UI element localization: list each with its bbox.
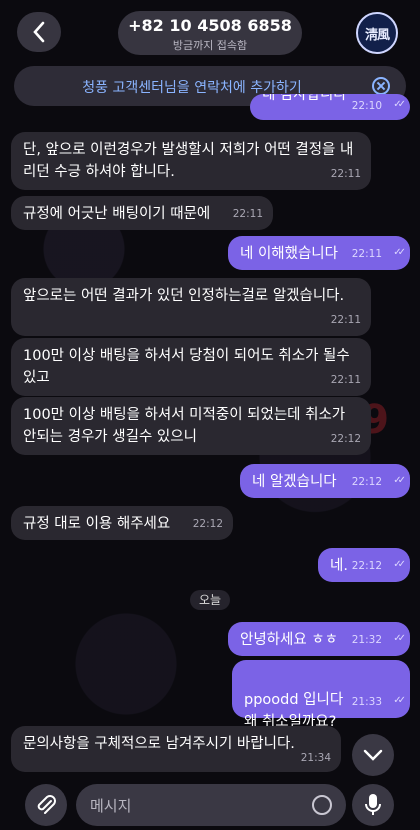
- microphone-icon: [365, 794, 381, 815]
- chat-header: +82 10 4508 6858 방금까지 접속함 淸風: [0, 0, 420, 62]
- double-check-icon: ✓✓: [393, 247, 406, 258]
- contact-phone: +82 10 4508 6858: [128, 16, 292, 35]
- message-input[interactable]: 메시지: [76, 784, 346, 826]
- date-divider: 오늘: [190, 590, 230, 610]
- double-check-icon: ✓✓: [393, 695, 406, 706]
- double-check-icon: ✓✓: [393, 559, 406, 570]
- double-check-icon: ✓✓: [393, 475, 406, 486]
- message-bubble: 앞으로는 어떤 결과가 있던 인정하는걸로 알겠습니다. 22:11: [11, 278, 371, 336]
- message-bubble: 규정 대로 이용 해주세요 22:12: [11, 506, 233, 540]
- last-seen-status: 방금까지 접속함: [172, 39, 248, 52]
- attach-button[interactable]: [25, 784, 67, 826]
- scroll-down-button[interactable]: [352, 734, 394, 776]
- message-bubble: 단, 앞으로 이런경우가 발생할시 저희가 어떤 결정을 내리던 수긍 하셔야 …: [11, 132, 371, 190]
- back-button[interactable]: [17, 12, 61, 52]
- message-bubble: 문의사항을 구체적으로 남겨주시기 바랍니다. 21:34: [11, 726, 341, 772]
- message-bubble-partial: 네 감사합니다 22:10 ✓✓: [250, 94, 410, 120]
- avatar[interactable]: 淸風: [356, 12, 398, 54]
- mic-button[interactable]: [352, 784, 394, 826]
- message-bubble: 네 알겠습니다 22:12 ✓✓: [240, 464, 410, 498]
- message-bubble: 안녕하세요 ㅎㅎ 21:32 ✓✓: [228, 622, 410, 656]
- message-bubble: 네 이해했습니다 22:11 ✓✓: [228, 236, 410, 270]
- message-bubble: 100만 이상 배팅을 하셔서 미적중이 되었는데 취소가 안되는 경우가 생길…: [11, 397, 371, 455]
- double-check-icon: ✓✓: [393, 633, 406, 644]
- chevron-left-icon: [33, 21, 45, 43]
- paperclip-icon: [37, 795, 56, 814]
- message-bubble: 100만 이상 배팅을 하셔서 당첨이 되어도 취소가 될수 있고 22:11: [11, 338, 371, 396]
- message-bubble: ppoodd 입니다 왜 취소일까요? 21:33 ✓✓: [232, 660, 410, 730]
- chevron-down-icon: [363, 749, 383, 761]
- close-icon[interactable]: [372, 77, 390, 95]
- sticker-icon[interactable]: [312, 795, 332, 815]
- double-check-icon: ✓✓: [393, 99, 406, 110]
- message-bubble: 네. 22:12 ✓✓: [318, 548, 410, 582]
- chat-title[interactable]: +82 10 4508 6858 방금까지 접속함: [118, 11, 302, 55]
- message-placeholder: 메시지: [90, 797, 132, 815]
- message-bubble: 규정에 어긋난 배팅이기 때문에 22:11: [11, 196, 273, 230]
